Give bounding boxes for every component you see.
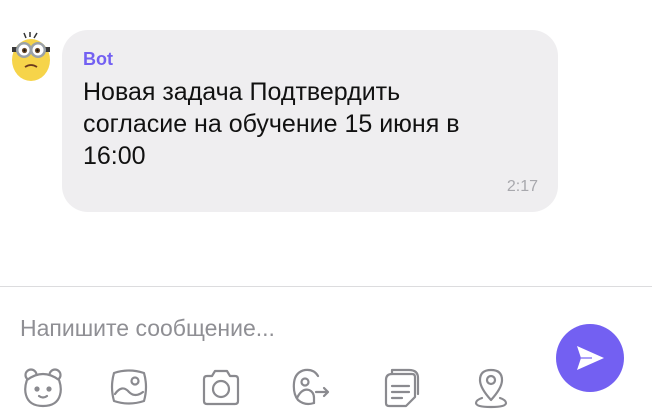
send-button[interactable] xyxy=(556,324,624,392)
camera-icon xyxy=(202,369,240,406)
message-bubble[interactable]: Bot Новая задача Подтвердить согласие на… xyxy=(62,30,558,212)
gif-doodle-icon xyxy=(292,368,330,406)
sticker-icon xyxy=(24,368,62,408)
gallery-icon xyxy=(110,369,148,405)
sticker-button[interactable] xyxy=(20,364,66,410)
send-icon xyxy=(577,346,604,370)
sender-name[interactable]: Bot xyxy=(83,48,536,70)
location-icon xyxy=(474,368,508,409)
minion-avatar-icon xyxy=(12,32,50,81)
message-time: 2:17 xyxy=(506,178,538,195)
location-button[interactable] xyxy=(468,364,514,410)
message-text: Новая задача Подтвердить согласие на обу… xyxy=(83,78,460,170)
message-input[interactable] xyxy=(20,309,530,347)
composer-divider xyxy=(0,286,652,287)
clipboard-button[interactable] xyxy=(378,364,424,410)
clipboard-icon xyxy=(384,368,420,408)
camera-button[interactable] xyxy=(198,364,244,410)
bot-avatar[interactable] xyxy=(8,32,54,82)
gif-doodle-button[interactable] xyxy=(288,364,334,410)
gallery-button[interactable] xyxy=(106,364,152,410)
